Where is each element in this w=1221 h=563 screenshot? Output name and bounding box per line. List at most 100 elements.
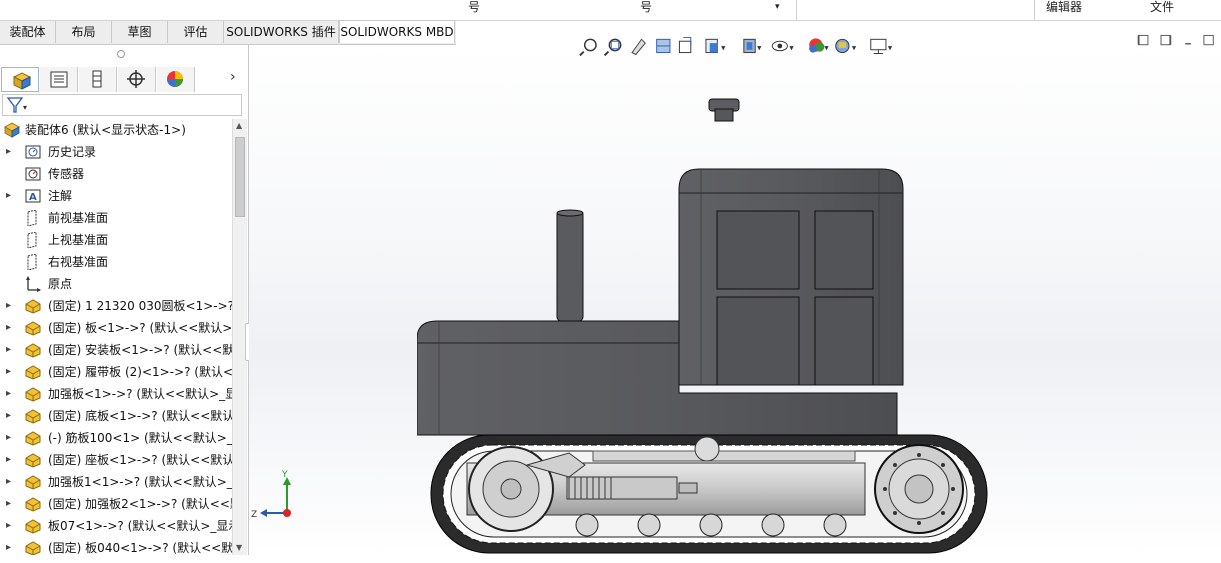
expand-arrow-icon[interactable]: ▸ <box>6 185 16 207</box>
tree-item[interactable]: ▸ 加强板<1>->? (默认<<默认>_显 <box>0 383 232 405</box>
tree-item[interactable]: 上视基准面 <box>0 229 232 251</box>
tab-assembly[interactable]: 装配体 <box>0 21 56 43</box>
expand-arrow-icon[interactable]: ▸ <box>6 427 16 449</box>
expand-arrow-icon[interactable]: ▸ <box>6 537 16 555</box>
split-viewport-icon[interactable] <box>1160 34 1172 46</box>
expand-arrow-icon[interactable]: ▸ <box>6 317 16 339</box>
featuremanager-icon <box>12 72 32 90</box>
part-icon <box>25 497 41 512</box>
dynamic-annotation-icon[interactable] <box>678 36 692 54</box>
part-icon <box>25 409 41 424</box>
zoom-to-fit-icon[interactable] <box>579 38 597 57</box>
chevron-right-icon[interactable]: › <box>230 69 236 85</box>
expand-arrow-icon[interactable]: ▸ <box>6 361 16 383</box>
part-icon <box>25 519 41 534</box>
scroll-up-icon[interactable]: ▲ <box>236 121 242 130</box>
ribbon-label[interactable]: 号 <box>468 0 480 14</box>
tree-item[interactable]: ▸ (-) 筋板100<1> (默认<<默认>_显 <box>0 427 232 449</box>
tree-item-label: 注解 <box>48 189 73 203</box>
triad-z-label: Z <box>251 510 257 519</box>
tree-item[interactable]: ▸ (固定) 履带板 (2)<1>->? (默认<< <box>0 361 232 383</box>
scrollbar-thumb[interactable] <box>235 137 245 217</box>
tree-root[interactable]: 装配体6 (默认<显示状态-1>) <box>0 119 232 141</box>
tree-item[interactable]: ▸ A 注解 <box>0 185 232 207</box>
tree-item-label: (固定) 板040<1>->? (默认<<默认 <box>48 541 232 555</box>
coordinate-triad: Y Z <box>251 470 291 519</box>
dimxpert-tab[interactable] <box>118 67 156 92</box>
expand-arrow-icon[interactable]: ▸ <box>6 515 16 537</box>
ribbon-label[interactable]: 编辑器 <box>1046 0 1082 14</box>
ribbon-label[interactable]: 号 <box>640 0 652 14</box>
tree-item-label: (固定) 加强板2<1>->? (默认<<默 <box>48 497 232 511</box>
tree-item[interactable]: ▸ 板07<1>->? (默认<<默认>_显示 <box>0 515 232 537</box>
view-settings-icon[interactable]: ▾ <box>870 38 893 54</box>
tree-item-label: 加强板1<1>->? (默认<<默认>_显 <box>48 475 232 489</box>
command-tab-bar: 装配体 布局 草图 评估 SOLIDWORKS 插件 SOLIDWORKS MB… <box>0 20 456 45</box>
expand-arrow-icon[interactable]: ▸ <box>6 493 16 515</box>
tree-item[interactable]: ▸ 历史记录 <box>0 141 232 163</box>
scroll-down-icon[interactable]: ▼ <box>236 543 242 552</box>
tree-item-label: 加强板<1>->? (默认<<默认>_显 <box>48 387 232 401</box>
heads-up-toolbar: ▾ ▾ ▾ ▾ ▾ ▾ <box>579 36 893 57</box>
triad-y-label: Y <box>281 470 288 480</box>
edit-appearance-icon[interactable]: ▾ <box>809 38 829 54</box>
tree-item-label: 前视基准面 <box>48 211 109 225</box>
ribbon-label[interactable]: 文件 <box>1150 0 1174 14</box>
display-manager-tab[interactable] <box>157 67 195 92</box>
tab-solidworks-addins[interactable]: SOLIDWORKS 插件 <box>224 21 339 43</box>
sensor-icon <box>25 167 41 181</box>
tree-item[interactable]: 传感器 <box>0 163 232 185</box>
panel-grip-icon[interactable] <box>117 50 125 58</box>
featuremanager-tab[interactable] <box>1 67 39 92</box>
tree-item[interactable]: 前视基准面 <box>0 207 232 229</box>
expand-arrow-icon[interactable]: ▸ <box>6 295 16 317</box>
tree-item[interactable]: ▸ (固定) 板<1>->? (默认<<默认>_ <box>0 317 232 339</box>
history-icon <box>25 145 41 159</box>
tree-item[interactable]: 右视基准面 <box>0 251 232 273</box>
tree-item[interactable]: ▸ (固定) 板040<1>->? (默认<<默认 <box>0 537 232 555</box>
zoom-to-area-icon[interactable] <box>603 38 622 57</box>
expand-arrow-icon[interactable]: ▸ <box>6 339 16 361</box>
tree-filter[interactable]: ▾ <box>2 94 242 116</box>
tree-item[interactable]: ▸ (固定) 加强板2<1>->? (默认<<默 <box>0 493 232 515</box>
hide-show-items-icon[interactable]: ▾ <box>771 40 794 54</box>
assembly-model[interactable] <box>417 93 997 563</box>
maximize-viewport-icon[interactable] <box>1203 34 1214 46</box>
tree-item[interactable]: ▸ 加强板1<1>->? (默认<<默认>_显 <box>0 471 232 493</box>
tree-item-label: (固定) 座板<1>->? (默认<<默认: <box>48 453 232 467</box>
expand-arrow-icon[interactable]: ▸ <box>6 471 16 493</box>
tree-item[interactable]: ▸ (固定) 1 21320 030圆板<1>->? ( <box>0 295 232 317</box>
tree-item-label: 右视基准面 <box>48 255 109 269</box>
propertymanager-tab[interactable] <box>40 67 78 92</box>
annotation-icon: A <box>25 189 41 203</box>
tree-item[interactable]: ▸ (固定) 座板<1>->? (默认<<默认: <box>0 449 232 471</box>
tab-sketch[interactable]: 草图 <box>112 21 168 43</box>
section-view-icon[interactable] <box>656 38 671 54</box>
plane-icon <box>27 254 37 270</box>
tab-layout[interactable]: 布局 <box>56 21 112 43</box>
view-orientation-icon[interactable]: ▾ <box>705 38 726 54</box>
tree-item-label: (固定) 1 21320 030圆板<1>->? ( <box>48 299 232 313</box>
command-manager-strip: 号 号 ▾ 编辑器 文件 <box>0 0 1221 21</box>
configurationmanager-tab[interactable] <box>79 67 117 92</box>
exhaust-pipe-part <box>556 209 584 322</box>
tree-item[interactable]: 原点 <box>0 273 232 295</box>
restore-viewport-icon[interactable] <box>1137 34 1149 46</box>
graphics-viewport[interactable]: ▾ ▾ ▾ ▾ ▾ ▾ Y Z <box>249 34 1221 555</box>
tree-item[interactable]: ▸ (固定) 安装板<1>->? (默认<<默认 <box>0 339 232 361</box>
apply-scene-icon[interactable]: ▾ <box>835 38 857 54</box>
plane-icon <box>27 210 37 226</box>
tab-evaluate[interactable]: 评估 <box>168 21 224 43</box>
tab-solidworks-mbd[interactable]: SOLIDWORKS MBD <box>339 20 455 43</box>
previous-view-icon[interactable] <box>631 38 646 56</box>
svg-text:▾: ▾ <box>824 44 829 54</box>
expand-arrow-icon[interactable]: ▸ <box>6 141 16 163</box>
dropdown-arrow-icon[interactable]: ▾ <box>775 0 780 14</box>
tree-item[interactable]: ▸ (固定) 底板<1>->? (默认<<默认: <box>0 405 232 427</box>
expand-arrow-icon[interactable]: ▸ <box>6 383 16 405</box>
tree-item-label: (-) 筋板100<1> (默认<<默认>_显 <box>48 431 232 445</box>
top-cap-part <box>708 98 740 122</box>
expand-arrow-icon[interactable]: ▸ <box>6 449 16 471</box>
display-style-icon[interactable]: ▾ <box>743 38 762 54</box>
expand-arrow-icon[interactable]: ▸ <box>6 405 16 427</box>
